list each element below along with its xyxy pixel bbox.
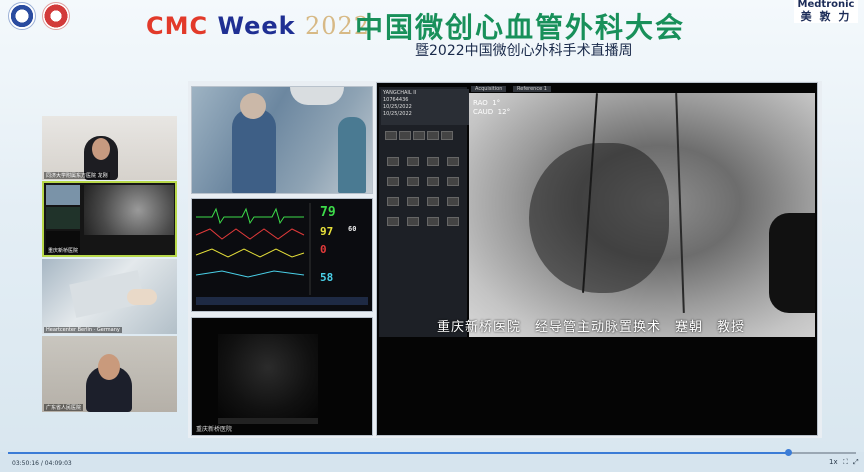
spo2-waveform	[195, 248, 305, 258]
xray-image	[469, 93, 815, 337]
playback-time: 03:50:16 / 04:09:03	[12, 460, 72, 467]
patient-vitals-monitor: 79 0 97 60 58	[191, 198, 373, 312]
glove-silhouette	[769, 213, 815, 313]
angle-label-1: RAO	[473, 99, 488, 107]
control-button[interactable]	[407, 197, 419, 206]
angle-readout: RAO 1° CAUD 12°	[473, 99, 510, 117]
patient-label-2: 10764436	[383, 97, 409, 103]
mini-monitor-panel	[46, 207, 80, 229]
sponsor-name-en: Medtronic	[797, 0, 855, 10]
speed-button[interactable]: 1x	[829, 458, 838, 466]
angle-value-2: 12°	[497, 108, 511, 116]
control-button[interactable]	[407, 157, 419, 166]
abp-waveform	[195, 228, 305, 240]
ultrasound-caption: 重庆新桥医院	[196, 426, 233, 433]
resp-value: 58	[320, 271, 334, 284]
control-button[interactable]	[387, 217, 399, 226]
assistant-figure	[338, 117, 366, 193]
control-button[interactable]	[427, 131, 439, 140]
event-title-en: CMC Week 2022	[146, 12, 370, 40]
angio-control-panel: YANGCHAIL II 10764436 10/25/2022 10/25/2…	[379, 87, 469, 337]
thumbnail-speaker-1[interactable]: 同济大学附属东方医院 龙刚	[42, 116, 177, 180]
procedure-caption: 重庆新桥医院 经导管主动脉置换术 蹇朝 教授	[437, 320, 746, 335]
control-button[interactable]	[407, 177, 419, 186]
control-button[interactable]	[387, 157, 399, 166]
control-button[interactable]	[447, 197, 459, 206]
patient-label-box: YANGCHAIL II 10764436 10/25/2022 10/25/2…	[381, 89, 469, 125]
guidewire-line	[675, 93, 685, 313]
spo2-value: 97	[320, 225, 334, 238]
thumbnail-germany-feed[interactable]: Heartcenter Berlin · Germany	[42, 259, 177, 334]
control-button[interactable]	[413, 131, 425, 140]
thumbnail-caption: Heartcenter Berlin · Germany	[44, 327, 122, 333]
control-button[interactable]	[427, 197, 439, 206]
nibp-value: 60	[348, 225, 357, 233]
speaker-1-face	[92, 138, 110, 160]
cmc-logo	[8, 2, 36, 30]
echo-ultrasound-view: 重庆新桥医院	[191, 317, 373, 436]
ultrasound-toolbar	[218, 418, 318, 424]
ecg-waveform	[196, 207, 304, 225]
control-button[interactable]	[447, 217, 459, 226]
mini-fluoro-panel	[84, 185, 174, 235]
control-button[interactable]	[399, 131, 411, 140]
sponsor-logo: Medtronic 美 敦 力	[794, 0, 858, 23]
control-button[interactable]	[441, 131, 453, 140]
title-week: Week	[217, 12, 296, 40]
control-button[interactable]	[427, 157, 439, 166]
sponsor-name-cn: 美 敦 力	[800, 10, 852, 23]
control-button[interactable]	[427, 217, 439, 226]
thumbnail-surgery-feed[interactable]: 重庆新桥医院	[42, 181, 177, 257]
hr-value: 79	[320, 205, 336, 220]
heart-shadow	[529, 143, 669, 293]
title-cmc: CMC	[146, 12, 209, 40]
patient-label-1: YANGCHAIL II	[383, 90, 417, 96]
surgeon-figure	[232, 109, 276, 193]
progress-fill	[8, 452, 789, 454]
patient-label-4: 10/25/2022	[383, 111, 412, 117]
thumbnail-speaker-2[interactable]: 广东省人民医院	[42, 336, 177, 412]
event-subtitle: 暨2022中国微创心外科手术直播周	[415, 43, 633, 59]
monitor-footer-bar	[196, 297, 368, 305]
control-button[interactable]	[385, 131, 397, 140]
speaker-2-face	[98, 354, 120, 380]
vitals-waveforms	[195, 203, 368, 305]
abp-value: 0	[320, 243, 327, 256]
resp-waveform	[195, 270, 305, 278]
expand-icon[interactable]: ⤢	[853, 458, 859, 467]
thumbnail-caption: 重庆新桥医院	[46, 247, 81, 254]
fluoroscopy-view: YANGCHAIL II 10764436 10/25/2022 10/25/2…	[376, 82, 818, 436]
thumbnail-caption: 广东省人民医院	[44, 404, 84, 411]
patient-label-3: 10/25/2022	[383, 104, 412, 110]
progress-track[interactable]	[8, 449, 856, 456]
control-button[interactable]	[447, 177, 459, 186]
control-button[interactable]	[427, 177, 439, 186]
surgeon-head	[240, 93, 266, 119]
control-button[interactable]	[387, 197, 399, 206]
society-logo	[42, 2, 70, 30]
fullscreen-icon[interactable]: ⛶	[843, 458, 848, 467]
or-lamp	[290, 87, 344, 105]
thumbnail-caption: 同济大学附属东方医院 龙刚	[44, 172, 110, 179]
control-button[interactable]	[447, 157, 459, 166]
video-player-controls: 03:50:16 / 04:09:03 1x ⛶ ⤢	[0, 449, 864, 472]
gloved-hand	[127, 289, 157, 305]
control-button[interactable]	[387, 177, 399, 186]
mini-video-panel	[46, 185, 80, 205]
main-stream-container: 79 0 97 60 58 重庆新桥医院 YANGCHAIL II 107644…	[188, 81, 822, 438]
angle-value-1: 1°	[492, 99, 501, 107]
ultrasound-image	[218, 334, 318, 418]
operating-room-video[interactable]	[191, 86, 373, 194]
control-button[interactable]	[407, 217, 419, 226]
progress-knob[interactable]	[785, 449, 793, 456]
angle-label-2: CAUD	[473, 108, 494, 116]
tab-reference[interactable]: Reference 1	[513, 86, 551, 92]
tab-acquisition[interactable]: Acquisition	[471, 86, 507, 92]
